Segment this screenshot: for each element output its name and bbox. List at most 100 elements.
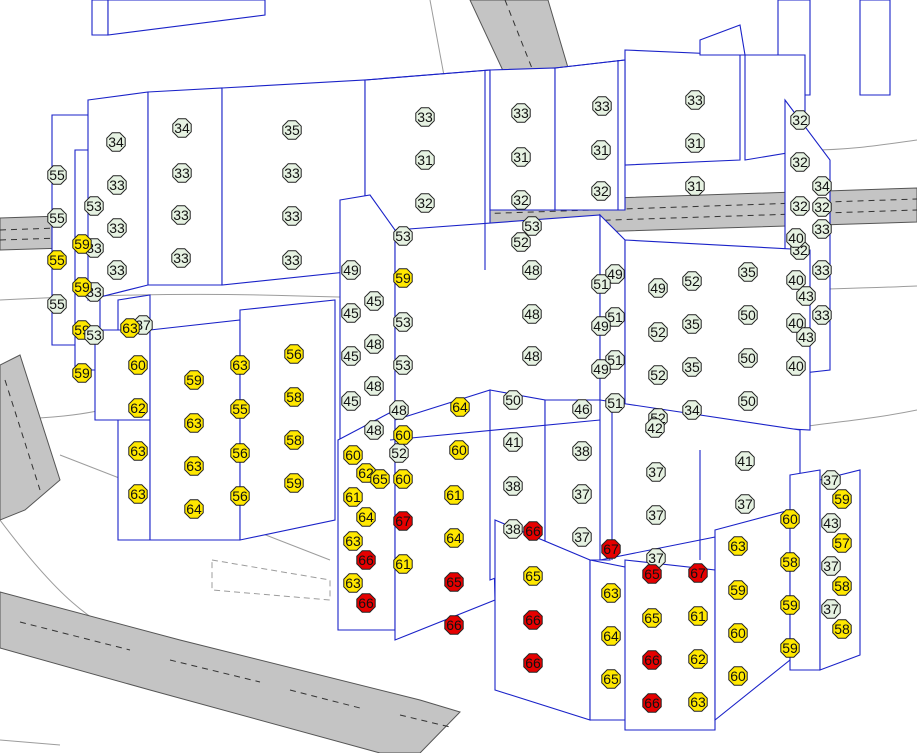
noise-marker: 41 bbox=[503, 432, 523, 452]
noise-marker: 49 bbox=[591, 316, 611, 336]
noise-level-value: 66 bbox=[358, 595, 374, 611]
noise-marker: 63 bbox=[128, 484, 148, 504]
noise-level-value: 37 bbox=[823, 601, 839, 617]
noise-level-value: 66 bbox=[358, 552, 374, 568]
noise-marker: 63 bbox=[128, 441, 148, 461]
noise-level-value: 62 bbox=[130, 400, 146, 416]
noise-level-value: 40 bbox=[788, 230, 804, 246]
noise-level-value: 40 bbox=[788, 272, 804, 288]
noise-marker: 61 bbox=[688, 606, 708, 626]
noise-marker: 59 bbox=[284, 473, 304, 493]
noise-marker: 32 bbox=[812, 197, 832, 217]
noise-level-value: 32 bbox=[792, 112, 808, 128]
noise-level-value: 32 bbox=[417, 195, 433, 211]
noise-marker: 66 bbox=[642, 650, 662, 670]
noise-marker: 35 bbox=[738, 262, 758, 282]
noise-level-value: 49 bbox=[650, 280, 666, 296]
noise-marker: 33 bbox=[107, 218, 127, 238]
noise-level-value: 34 bbox=[814, 178, 830, 194]
noise-level-value: 59 bbox=[782, 597, 798, 613]
noise-level-value: 33 bbox=[284, 165, 300, 181]
noise-marker: 37 bbox=[646, 505, 666, 525]
noise-marker: 41 bbox=[735, 451, 755, 471]
noise-level-value: 67 bbox=[395, 513, 411, 529]
noise-level-value: 48 bbox=[366, 422, 382, 438]
noise-level-value: 60 bbox=[730, 625, 746, 641]
noise-marker: 63 bbox=[184, 456, 204, 476]
noise-level-value: 41 bbox=[737, 453, 753, 469]
noise-level-value: 49 bbox=[343, 262, 359, 278]
noise-level-value: 55 bbox=[49, 167, 65, 183]
noise-marker: 33 bbox=[171, 248, 191, 268]
noise-level-value: 55 bbox=[49, 296, 65, 312]
noise-marker: 32 bbox=[511, 190, 531, 210]
noise-level-value: 63 bbox=[345, 533, 361, 549]
noise-level-value: 33 bbox=[173, 250, 189, 266]
noise-map-canvas: 34 34 35 33 33 33 33 33 33 33 33 33 33 33 33 33 32 31 31 31… bbox=[0, 0, 917, 753]
noise-level-value: 33 bbox=[417, 109, 433, 125]
noise-marker: 61 bbox=[393, 554, 413, 574]
noise-marker: 48 bbox=[364, 376, 384, 396]
noise-marker: 63 bbox=[688, 692, 708, 712]
noise-level-value: 60 bbox=[345, 447, 361, 463]
noise-marker: 63 bbox=[230, 355, 250, 375]
noise-marker: 65 bbox=[370, 469, 390, 489]
noise-marker: 33 bbox=[592, 96, 612, 116]
noise-marker: 65 bbox=[642, 564, 662, 584]
noise-level-value: 65 bbox=[525, 568, 541, 584]
noise-marker: 59 bbox=[832, 489, 852, 509]
noise-marker: 32 bbox=[790, 110, 810, 130]
noise-marker: 59 bbox=[72, 277, 92, 297]
noise-level-value: 33 bbox=[109, 220, 125, 236]
noise-level-value: 33 bbox=[284, 252, 300, 268]
noise-level-value: 55 bbox=[49, 252, 65, 268]
noise-level-value: 59 bbox=[395, 270, 411, 286]
noise-marker: 59 bbox=[780, 638, 800, 658]
noise-level-value: 63 bbox=[186, 415, 202, 431]
noise-marker: 37 bbox=[821, 556, 841, 576]
buildings bbox=[51, 0, 891, 731]
noise-marker: 56 bbox=[284, 344, 304, 364]
noise-marker: 32 bbox=[790, 152, 810, 172]
noise-level-value: 45 bbox=[366, 293, 382, 309]
noise-level-value: 33 bbox=[814, 262, 830, 278]
noise-level-value: 53 bbox=[395, 228, 411, 244]
noise-map-viewport[interactable]: 34 34 35 33 33 33 33 33 33 33 33 33 33 33 33 33 32 31 31 31… bbox=[0, 0, 917, 753]
noise-level-value: 37 bbox=[574, 486, 590, 502]
noise-marker: 63 bbox=[343, 531, 363, 551]
noise-marker: 51 bbox=[591, 274, 611, 294]
noise-level-value: 64 bbox=[603, 628, 619, 644]
noise-level-value: 38 bbox=[505, 521, 521, 537]
noise-marker: 52 bbox=[682, 271, 702, 291]
noise-level-value: 63 bbox=[232, 357, 248, 373]
noise-level-value: 48 bbox=[366, 378, 382, 394]
noise-marker: 60 bbox=[393, 425, 413, 445]
noise-marker: 43 bbox=[796, 327, 816, 347]
noise-level-value: 53 bbox=[395, 357, 411, 373]
noise-level-value: 55 bbox=[49, 210, 65, 226]
noise-level-value: 45 bbox=[343, 348, 359, 364]
noise-level-value: 51 bbox=[607, 395, 623, 411]
noise-marker: 67 bbox=[393, 511, 413, 531]
noise-marker: 52 bbox=[648, 322, 668, 342]
noise-marker: 60 bbox=[449, 440, 469, 460]
noise-level-value: 32 bbox=[814, 199, 830, 215]
noise-marker: 37 bbox=[572, 527, 592, 547]
noise-marker: 53 bbox=[393, 355, 413, 375]
noise-marker: 60 bbox=[343, 445, 363, 465]
noise-marker: 63 bbox=[120, 318, 140, 338]
noise-marker: 58 bbox=[832, 619, 852, 639]
noise-level-value: 59 bbox=[286, 475, 302, 491]
noise-marker: 33 bbox=[812, 260, 832, 280]
noise-marker: 51 bbox=[605, 393, 625, 413]
noise-marker: 31 bbox=[685, 176, 705, 196]
noise-level-value: 33 bbox=[109, 262, 125, 278]
noise-marker: 53 bbox=[393, 312, 413, 332]
noise-level-value: 63 bbox=[690, 694, 706, 710]
noise-marker: 31 bbox=[591, 140, 611, 160]
noise-marker: 62 bbox=[128, 398, 148, 418]
noise-marker: 60 bbox=[780, 509, 800, 529]
noise-marker: 40 bbox=[786, 356, 806, 376]
noise-marker: 45 bbox=[341, 303, 361, 323]
noise-level-value: 33 bbox=[173, 207, 189, 223]
